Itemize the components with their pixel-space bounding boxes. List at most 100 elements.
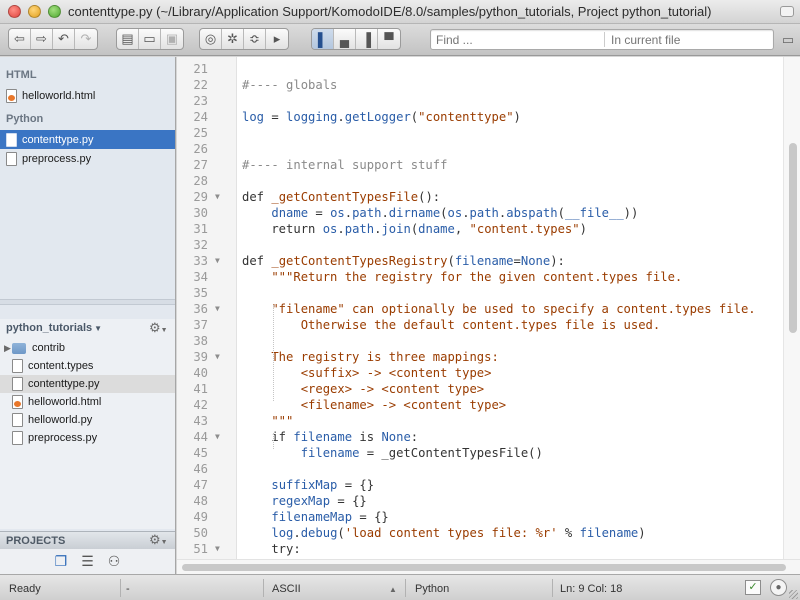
status-separator [552,579,553,597]
find-input[interactable] [436,33,596,47]
bottom-pane-toggle[interactable]: ▄ [334,29,356,49]
project-item-contenttype-py[interactable]: contenttype.py [0,375,175,393]
shell-button[interactable]: ▸ [266,29,288,49]
project-item-contrib[interactable]: ▶ contrib [0,339,175,357]
toolbar-toggle-button[interactable] [780,6,794,17]
language-label: Python [415,583,450,595]
places-tab-icon[interactable]: ❐ [55,553,68,570]
open-file-preprocess-py[interactable]: preprocess.py [0,149,175,168]
code-text: The registry is three mappings: [242,350,499,364]
right-pane-toggle[interactable]: ▐ [356,29,378,49]
open-files-pane: HTML helloworld.html Python contenttype.… [0,57,175,299]
gear-icon: ✲ [227,31,238,46]
pane-splitter[interactable] [0,299,175,305]
open-file-button[interactable]: ▭ [139,29,161,49]
line-number: 44 [193,430,208,444]
code-text: dname = os.path.dirname(os.path.abspath(… [271,206,639,220]
browser-preview-button[interactable]: ◎ [200,29,222,49]
projects-gear-icon[interactable]: ⚙▼ [149,532,168,548]
encoding-label: ASCII [272,583,301,595]
fold-toggle-icon[interactable]: ▼ [215,541,220,557]
minimize-window-button[interactable] [28,5,41,18]
redo-button[interactable]: ↷ [75,29,97,49]
code-text: #---- internal support stuff [242,158,448,172]
indent-guide [273,305,274,401]
project-name: python_tutorials [6,322,93,334]
forward-button[interactable]: ⇨ [31,29,53,49]
project-item-helloworld-py[interactable]: helloworld.py [0,411,175,429]
resize-grip[interactable] [789,590,798,599]
globe-icon: ◎ [204,31,217,46]
horizontal-scrollbar[interactable] [177,559,800,574]
dom-tab-icon[interactable]: ⚇ [108,553,121,570]
encoding-arrows-icon[interactable]: ▲ [385,583,397,595]
project-item-helloworld-html[interactable]: helloworld.html [0,393,175,411]
open-file-helloworld-html[interactable]: helloworld.html [0,86,175,105]
code-line: 35 [177,285,783,301]
undo-icon: ↶ [58,31,69,46]
bottom-pane-icon: ▄ [339,31,350,47]
project-item-preprocess-py[interactable]: preprocess.py [0,429,175,447]
language-selector[interactable]: Python [415,583,449,595]
vertical-scrollbar[interactable] [783,57,800,559]
project-item-content-types[interactable]: content.types [0,357,175,375]
horizontal-scroll-thumb[interactable] [182,564,786,571]
line-number: 32 [193,238,208,252]
line-number: 21 [193,62,208,76]
project-item-label: helloworld.html [28,396,102,408]
code-text: try: [242,542,301,556]
code-line: 42 <filename> -> <content type> [177,397,783,413]
save-button[interactable]: ▣ [161,29,183,49]
code-editor[interactable]: 21 22 #---- globals 23 24 log = logging.getLo… [177,57,800,559]
debug-button[interactable]: ≎ [244,29,266,49]
line-number: 25 [193,126,208,140]
line-number: 42 [193,398,208,412]
expand-triangle-icon[interactable]: ▶ [0,343,12,354]
fold-toggle-icon[interactable]: ▼ [215,253,220,269]
fold-toggle-icon[interactable]: ▼ [215,429,220,445]
code-text: """Return the registry for the given con… [242,270,683,284]
html-file-icon [6,88,17,103]
pane-button-group: ▌ ▄ ▐ ▀ [311,28,401,50]
zoom-window-button[interactable] [48,5,61,18]
code-line: 30 dname = os.path.dirname(os.path.abspa… [177,205,783,221]
find-in-files-button[interactable]: ▭ [779,30,797,49]
file-icon [12,431,23,445]
new-file-button[interactable]: ▤ [117,29,139,49]
fold-toggle-icon[interactable]: ▼ [215,349,220,365]
encoding-selector[interactable]: ASCII [272,583,301,595]
notifications-icon[interactable]: ● [770,579,787,596]
project-gear-icon[interactable]: ⚙▼ [149,320,168,336]
line-number: 31 [193,222,208,236]
back-button[interactable]: ⇦ [9,29,31,49]
project-name-menu[interactable]: python_tutorials ▼ [6,322,102,334]
redo-icon: ↷ [80,31,92,46]
file-button-group: ▤ ▭ ▣ [116,28,184,50]
code-line: 46 [177,461,783,477]
line-number: 35 [193,286,208,300]
code-line: 50 log.debug('load content types file: %… [177,525,783,541]
toolbox-button[interactable]: ✲ [222,29,244,49]
code-text: <suffix> -> <content type> [242,366,492,380]
code-text: return os.path.join(dname, "content.type… [242,222,587,236]
code-text: def _getContentTypesRegistry(filename=No… [242,254,565,268]
code-tab-icon[interactable]: ☰ [81,553,94,570]
line-number: 37 [193,318,208,332]
find-scope-input[interactable] [611,33,771,47]
undo-button[interactable]: ↶ [53,29,75,49]
fold-toggle-icon[interactable]: ▼ [215,301,220,317]
section-heading-python: Python [6,113,44,125]
close-window-button[interactable] [8,5,21,18]
left-pane-toggle[interactable]: ▌ [312,29,334,49]
open-file-label: preprocess.py [22,152,92,165]
cursor-position: Ln: 9 Col: 18 [560,583,623,595]
open-file-contenttype-py[interactable]: contenttype.py [0,130,175,149]
arrow-right-icon: ⇨ [36,31,47,46]
fold-toggle-icon[interactable]: ▼ [215,189,220,205]
vertical-scroll-thumb[interactable] [789,143,797,333]
code-text: log = logging.getLogger("contenttype") [242,110,521,124]
status-separator [263,579,264,597]
syntax-check-icon[interactable]: ✓ [745,580,761,595]
code-text: #---- globals [242,78,338,92]
focus-mode-button[interactable]: ▀ [378,29,400,49]
